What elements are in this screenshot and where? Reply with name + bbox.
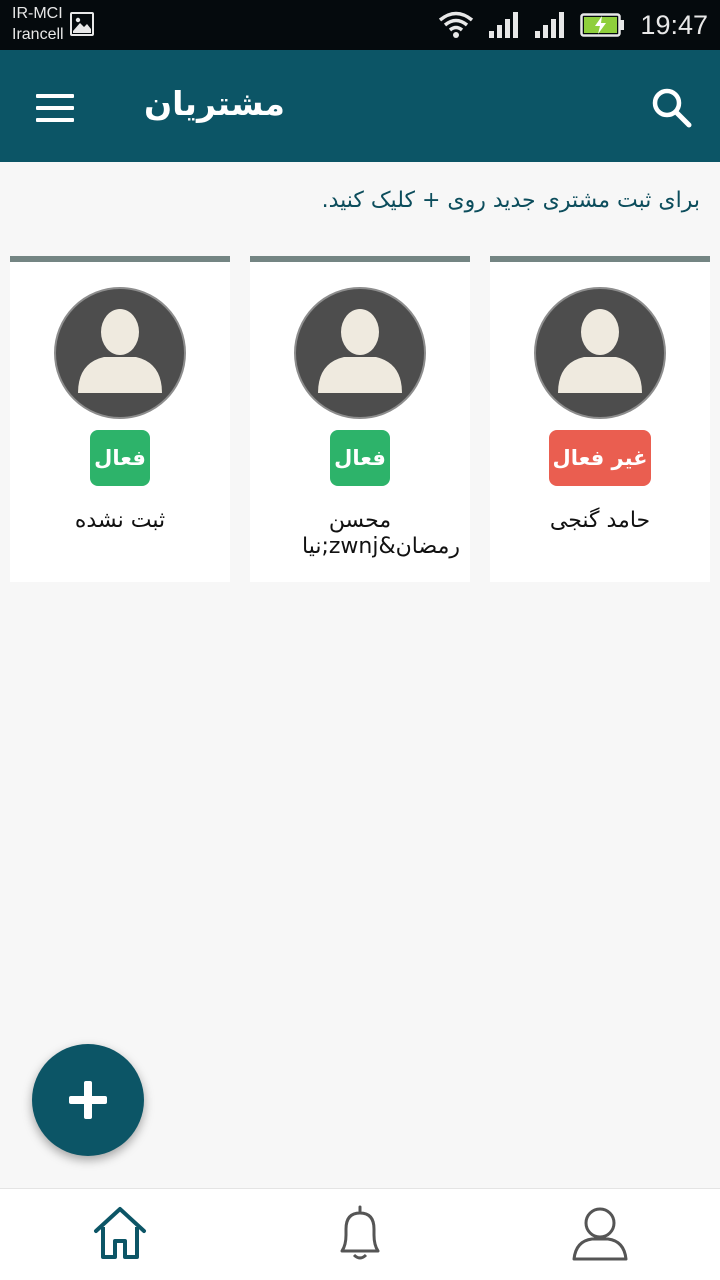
carrier-line-2: Irancell [12, 26, 64, 43]
app-bar: مشتریان [0, 50, 720, 162]
add-customer-hint: برای ثبت مشتری جدید روی + کلیک کنید. [321, 188, 700, 213]
signal-icon-2 [535, 12, 565, 38]
customer-name: محسن رمضان&zwnj;نیا [256, 508, 464, 560]
bottom-navigation [0, 1188, 720, 1280]
status-icons: 19:47 [438, 7, 708, 43]
gallery-icon [70, 12, 94, 36]
page-title: مشتریان [144, 84, 285, 123]
status-bar: IR-MCI Irancell 19:47 [0, 0, 720, 50]
carrier-line-1: IR-MCI [12, 5, 63, 22]
customer-name: حامد گنجی [549, 508, 651, 533]
status-badge: غیر فعال [549, 430, 651, 486]
avatar-placeholder-icon [534, 287, 666, 419]
signal-icon [489, 12, 519, 38]
user-profile-icon [572, 1207, 628, 1261]
bell-icon [340, 1205, 380, 1260]
hamburger-menu-icon[interactable] [36, 94, 74, 122]
nav-profile[interactable] [568, 1201, 632, 1265]
clock: 19:47 [640, 9, 708, 40]
home-icon [94, 1207, 146, 1259]
customer-card[interactable]: غیر فعال حامد گنجی [490, 256, 710, 582]
search-icon[interactable] [650, 86, 694, 130]
status-badge: فعال [330, 430, 390, 486]
customer-card[interactable]: فعال محسن رمضان&zwnj;نیا [250, 256, 470, 582]
customer-name-line-2: رمضان&zwnj;نیا [301, 534, 460, 559]
avatar-placeholder-icon [294, 287, 426, 419]
customer-card[interactable]: فعال ثبت نشده [10, 256, 230, 582]
nav-notifications[interactable] [328, 1201, 392, 1265]
wifi-icon [439, 11, 474, 38]
customer-name-line-1: محسن [328, 508, 392, 533]
battery-charging-icon [580, 13, 625, 37]
customer-name: ثبت نشده [74, 508, 166, 533]
status-badge: فعال [90, 430, 150, 486]
avatar-placeholder-icon [54, 287, 186, 419]
add-customer-button[interactable] [32, 1044, 144, 1156]
carrier-label: IR-MCI Irancell [12, 3, 64, 45]
nav-home[interactable] [88, 1201, 152, 1265]
